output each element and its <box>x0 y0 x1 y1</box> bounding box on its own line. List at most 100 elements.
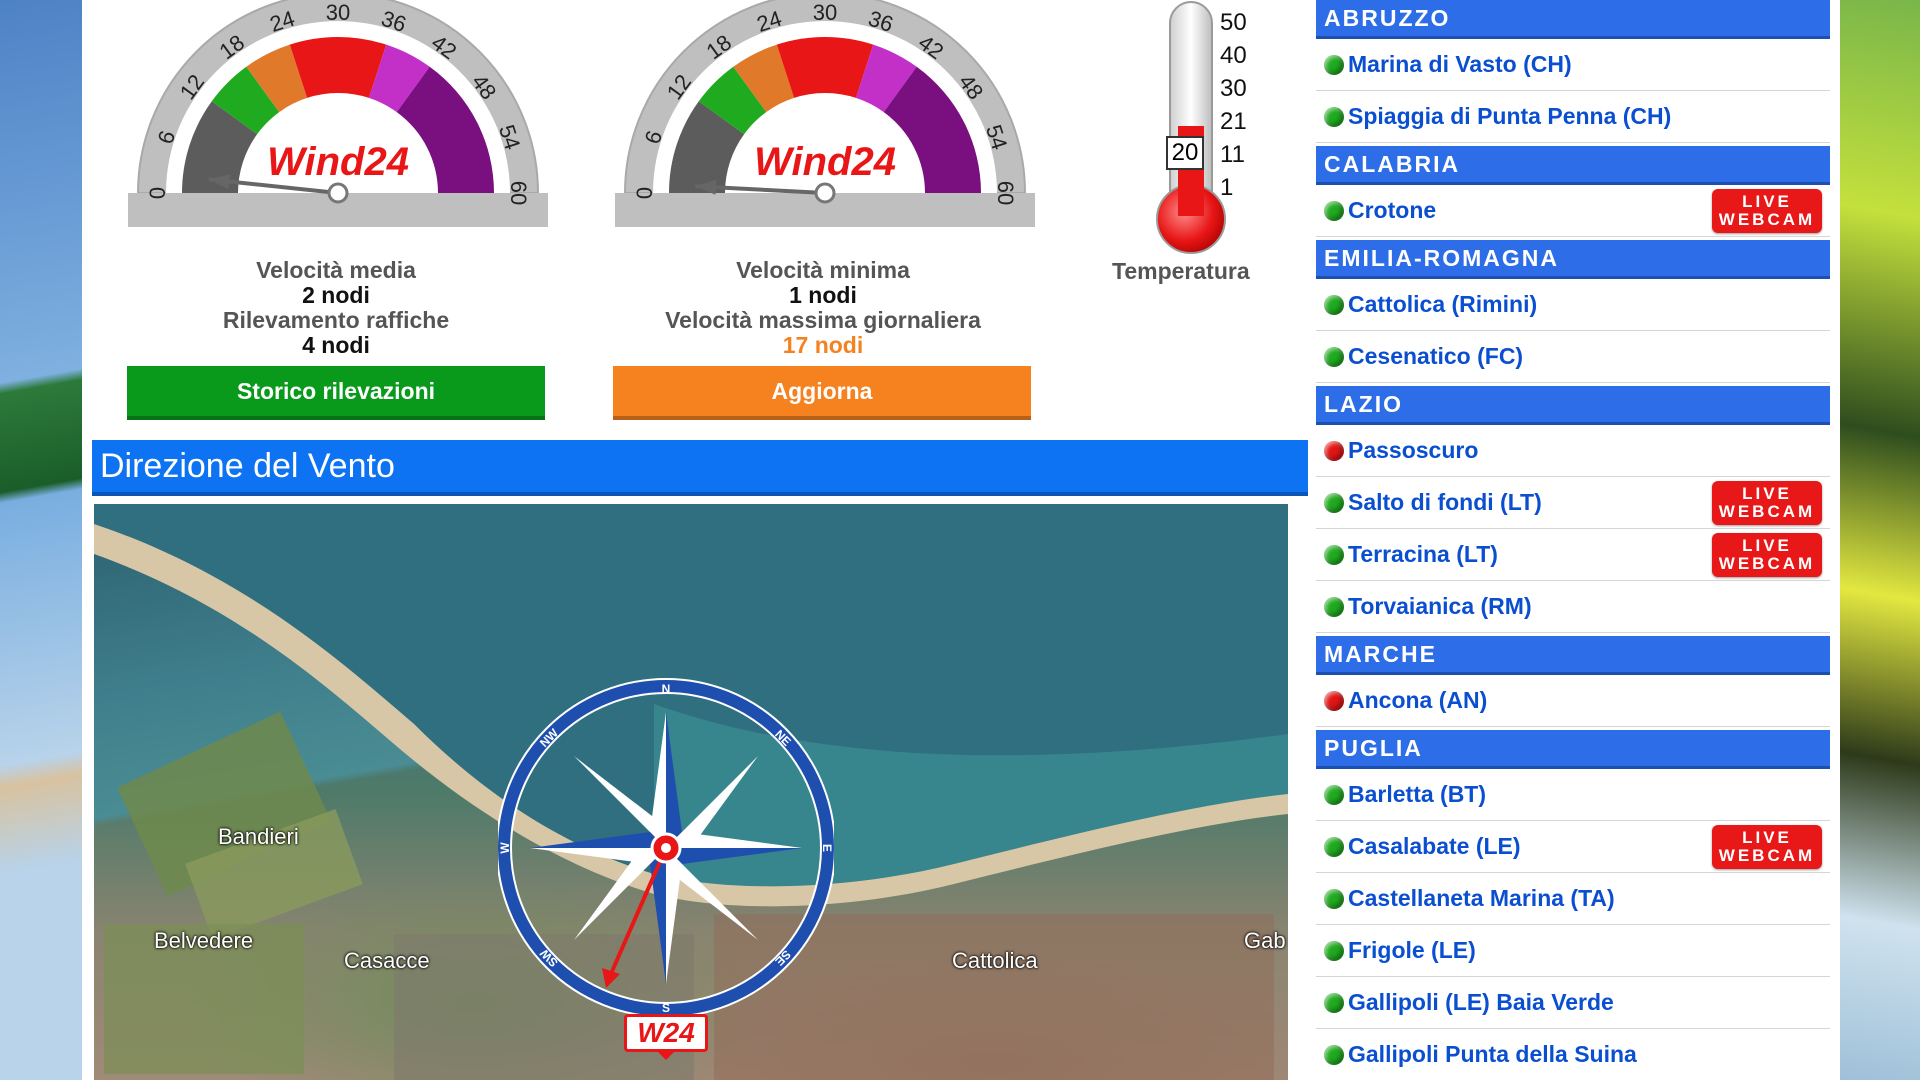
refresh-button[interactable]: Aggiorna <box>613 366 1031 420</box>
live-webcam-line: WEBCAM <box>1718 502 1816 521</box>
location-name[interactable]: Ancona (AN) <box>1348 687 1487 714</box>
status-online-icon <box>1324 784 1344 805</box>
wind-direction-title: Direzione del Vento <box>100 446 395 485</box>
region-header: MARCHE <box>1316 636 1830 675</box>
live-webcam-button[interactable]: LIVE WEBCAM <box>1712 825 1822 869</box>
live-webcam-button[interactable]: LIVE WEBCAM <box>1712 481 1822 525</box>
w24-badge: W24 <box>624 1014 708 1052</box>
location-name[interactable]: Cesenatico (FC) <box>1348 343 1523 370</box>
location-name[interactable]: Cattolica (Rimini) <box>1348 291 1537 318</box>
location-item[interactable]: Spiaggia di Punta Penna (CH) <box>1316 91 1830 143</box>
live-webcam-line: WEBCAM <box>1718 554 1816 573</box>
thermometer-tick: 11 <box>1220 141 1245 168</box>
compass-w: W <box>498 842 512 854</box>
min-speed-label: Velocità minima <box>736 257 910 283</box>
location-name[interactable]: Passoscuro <box>1348 437 1478 464</box>
compass-s: S <box>662 1001 670 1015</box>
location-name[interactable]: Terracina (LT) <box>1348 541 1498 568</box>
background-left <box>0 0 82 1080</box>
thermometer-tick: 1 <box>1220 174 1234 201</box>
location-item[interactable]: Passoscuro <box>1316 425 1830 477</box>
location-name[interactable]: Marina di Vasto (CH) <box>1348 51 1572 78</box>
main-page: 0 6 12 18 24 30 36 42 48 54 60 Wind24 Velocità medi… <box>82 0 1840 1080</box>
location-item[interactable]: Crotone LIVE WEBCAM <box>1316 185 1830 237</box>
wind24-logo: Wind24 <box>754 140 896 184</box>
map-label-cattolica: Cattolica <box>952 948 1038 973</box>
gauge-band <box>289 37 387 98</box>
location-item[interactable]: Castellaneta Marina (TA) <box>1316 873 1830 925</box>
location-item[interactable]: Ancona (AN) <box>1316 675 1830 727</box>
location-item[interactable]: Cattolica (Rimini) <box>1316 279 1830 331</box>
live-webcam-line: WEBCAM <box>1718 846 1816 865</box>
location-name[interactable]: Casalabate (LE) <box>1348 833 1521 860</box>
live-webcam-button[interactable]: LIVE WEBCAM <box>1712 189 1822 233</box>
thermometer-tick: 40 <box>1220 42 1247 69</box>
compass-rose-icon: N NE E SE S SW W NW <box>498 678 834 1018</box>
live-webcam-line: LIVE <box>1742 536 1792 555</box>
status-online-icon <box>1324 106 1344 127</box>
min-speed-value: 1 nodi <box>789 282 857 308</box>
gauge-tick-label: 60 <box>993 181 1018 205</box>
location-name[interactable]: Crotone <box>1348 197 1436 224</box>
location-item[interactable]: Terracina (LT) LIVE WEBCAM <box>1316 529 1830 581</box>
location-item[interactable]: Torvaianica (RM) <box>1316 581 1830 633</box>
gauge-tick-label: 30 <box>813 0 837 25</box>
wind-gauge-minimum: 06121824 30 3642485460Wind24 <box>615 0 1035 227</box>
status-online-icon <box>1324 888 1344 909</box>
live-webcam-line: WEBCAM <box>1718 210 1816 229</box>
status-online-icon <box>1324 596 1344 617</box>
status-online-icon <box>1324 1044 1344 1065</box>
map-label-bandieri: Bandieri <box>218 824 299 849</box>
max-daily-value: 17 nodi <box>782 332 864 358</box>
gauge-band <box>776 37 874 98</box>
region-header: PUGLIA <box>1316 730 1830 769</box>
map-label-belvedere: Belvedere <box>154 928 254 953</box>
status-online-icon <box>1324 54 1344 75</box>
background-right <box>1840 0 1920 1080</box>
status-online-icon <box>1324 544 1344 565</box>
location-name[interactable]: Barletta (BT) <box>1348 781 1486 808</box>
wind24-logo: Wind24 <box>267 140 409 184</box>
live-webcam-button[interactable]: LIVE WEBCAM <box>1712 533 1822 577</box>
gusts-value: 4 nodi <box>302 332 370 358</box>
gauge-tick-label: 60 <box>506 181 531 205</box>
status-online-icon <box>1324 200 1344 221</box>
location-item[interactable]: Cesenatico (FC) <box>1316 331 1830 383</box>
satellite-map[interactable]: Bandieri Belvedere Casacce Cattolica Gab… <box>94 504 1288 1080</box>
location-name[interactable]: Frigole (LE) <box>1348 937 1476 964</box>
compass-n: N <box>662 682 671 696</box>
location-name[interactable]: Spiaggia di Punta Penna (CH) <box>1348 103 1671 130</box>
region-header: LAZIO <box>1316 386 1830 425</box>
gauge-tick-label: 0 <box>145 187 170 199</box>
max-daily-label: Velocità massima giornaliera <box>665 307 981 333</box>
location-item[interactable]: Salto di fondi (LT) LIVE WEBCAM <box>1316 477 1830 529</box>
location-name[interactable]: Castellaneta Marina (TA) <box>1348 885 1615 912</box>
thermometer-tick: 30 <box>1220 75 1247 102</box>
wind-gauge-average: 06121824 30 3642485460Wind24 <box>128 0 548 227</box>
location-name[interactable]: Salto di fondi (LT) <box>1348 489 1542 516</box>
status-online-icon <box>1324 346 1344 367</box>
badge-pointer-icon <box>656 1050 676 1060</box>
thermometer-tick: 21 <box>1220 108 1247 135</box>
gauge-tick-label: 30 <box>326 0 350 25</box>
location-item[interactable]: Frigole (LE) <box>1316 925 1830 977</box>
gusts-label: Rilevamento raffiche <box>222 307 450 333</box>
average-speed-value: 2 nodi <box>302 282 370 308</box>
map-label-casacce: Casacce <box>344 948 430 973</box>
location-name[interactable]: Gallipoli (LE) Baia Verde <box>1348 989 1614 1016</box>
locations-sidebar: ABRUZZO Marina di Vasto (CH) Spiaggia di P… <box>1316 0 1830 1080</box>
gauge-tick-label: 0 <box>632 187 657 199</box>
gauge1-stats: Velocità media 2 nodi Rilevamento raffic… <box>126 258 546 358</box>
thermometer-scale: 50 40 30 21 11 1 <box>1220 6 1247 204</box>
location-name[interactable]: Torvaianica (RM) <box>1348 593 1532 620</box>
location-item[interactable]: Gallipoli (LE) Baia Verde <box>1316 977 1830 1029</box>
status-online-icon <box>1324 992 1344 1013</box>
live-webcam-line: LIVE <box>1742 192 1792 211</box>
location-item[interactable]: Barletta (BT) <box>1316 769 1830 821</box>
location-name[interactable]: Gallipoli Punta della Suina <box>1348 1041 1637 1068</box>
history-button[interactable]: Storico rilevazioni <box>127 366 545 420</box>
location-item[interactable]: Gallipoli Punta della Suina <box>1316 1029 1830 1080</box>
status-online-icon <box>1324 836 1344 857</box>
location-item[interactable]: Casalabate (LE) LIVE WEBCAM <box>1316 821 1830 873</box>
location-item[interactable]: Marina di Vasto (CH) <box>1316 39 1830 91</box>
